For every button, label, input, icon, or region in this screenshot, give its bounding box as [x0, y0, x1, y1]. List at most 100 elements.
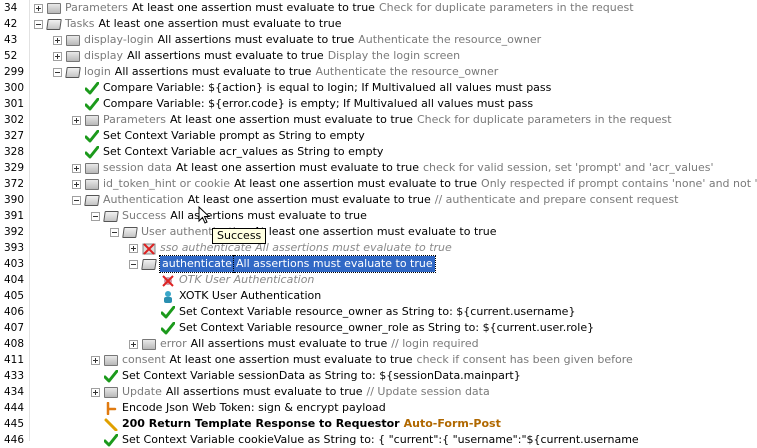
line-number: 328: [4, 146, 25, 158]
node-description: All assertions must evaluate to true: [232, 255, 436, 273]
tree-row[interactable]: 434 Update All assertions must evaluate to…: [0, 384, 757, 400]
collapse-toggle[interactable]: [72, 195, 81, 205]
tree-row[interactable]: 392 User authentication At least one asser…: [0, 224, 757, 240]
tree-row[interactable]: 404 OTK User Authentication: [0, 272, 757, 288]
line-number: 301: [4, 98, 25, 110]
tree-row[interactable]: 43 display-login All assertions must evalu…: [0, 32, 757, 48]
node-description: At least one assertion must evaluate to …: [169, 353, 413, 366]
tree-row[interactable]: 301 Compare Variable: ${error.code} is em…: [0, 96, 757, 112]
tree-row[interactable]: 372 id_token_hint or cookie At least one a…: [0, 176, 757, 192]
folder-open-icon: [65, 66, 81, 78]
node-name: Parameters: [65, 1, 128, 14]
expand-toggle[interactable]: [72, 179, 81, 189]
line-number: 372: [4, 178, 25, 190]
collapse-toggle[interactable]: [110, 227, 119, 237]
expand-toggle[interactable]: [72, 115, 81, 125]
line-number: 299: [4, 66, 25, 78]
node-name: Tasks: [65, 17, 95, 30]
line-number: 411: [4, 354, 25, 366]
node-name: Compare Variable: ${action} is equal to …: [103, 81, 552, 94]
node-name: authenticate: [159, 255, 235, 273]
collapse-toggle[interactable]: [129, 259, 138, 269]
tree-row[interactable]: 411 consent At least one assertion must ev…: [0, 352, 757, 368]
tree-row[interactable]: 328 Set Context Variable acr_values as St…: [0, 144, 757, 160]
tree-row[interactable]: 445 200 Return Template Response to Reque…: [0, 416, 757, 432]
tree-row[interactable]: 406 Set Context Variable resource_owner a…: [0, 304, 757, 320]
collapse-toggle[interactable]: [53, 67, 62, 77]
tree-row[interactable]: 34 Parameters At least one assertion must …: [0, 0, 757, 16]
collapse-toggle[interactable]: [91, 211, 100, 221]
checkmark-icon: [104, 433, 118, 446]
node-description: All assertions must evaluate to true: [165, 385, 363, 398]
node-name: Set Context Variable resource_owner as S…: [179, 305, 576, 318]
tree-row[interactable]: 407 Set Context Variable resource_owner_r…: [0, 320, 757, 336]
node-comment: Check for duplicate parameters in the re…: [378, 1, 634, 14]
expand-toggle[interactable]: [91, 355, 100, 365]
tree-row[interactable]: 390 Authentication At least one assertion …: [0, 192, 757, 208]
folder-icon: [66, 50, 80, 62]
expand-toggle[interactable]: [53, 35, 62, 45]
folder-open-icon: [46, 18, 62, 30]
node-comment: Display the login screen: [327, 49, 461, 62]
tree-row[interactable]: 446 Set Context Variable cookieValue as S…: [0, 432, 757, 448]
line-number: 390: [4, 194, 25, 206]
expand-toggle[interactable]: [129, 339, 138, 349]
line-number: 403: [4, 258, 25, 270]
line-number: 329: [4, 162, 25, 174]
tree-row[interactable]: 444 Encode Json Web Token: sign & encrypt…: [0, 400, 757, 416]
expand-toggle[interactable]: [53, 51, 62, 61]
node-description: All assertions must evaluate to true: [190, 337, 388, 350]
node-description: All assertions must evaluate to true: [157, 33, 355, 46]
node-comment: Authenticate the resource_owner: [315, 65, 499, 78]
tree-row[interactable]: 329 session data At least one assertion mu…: [0, 160, 757, 176]
node-description: At least one assertion must evaluate to …: [253, 225, 497, 238]
folder-icon: [104, 354, 118, 366]
folder-open-icon: [122, 226, 138, 238]
tree-row[interactable]: 302 Parameters At least one assertion must…: [0, 112, 757, 128]
line-number: 34: [4, 2, 18, 14]
node-description: At least one assertion must evaluate to …: [169, 113, 413, 126]
node-description: At least one assertion must evaluate to …: [131, 1, 375, 14]
folder-icon: [66, 34, 80, 46]
user-auth-icon: [164, 290, 172, 303]
tree-row[interactable]: 405 XOTK User Authentication: [0, 288, 757, 304]
node-name: 200 Return Template Response to Requesto…: [122, 417, 400, 430]
node-comment: // authenticate and prepare consent requ…: [434, 193, 679, 206]
tree-row[interactable]: 299 login All assertions must evaluate to …: [0, 64, 757, 80]
tree-row[interactable]: 42 Tasks At least one assertion must evalu…: [0, 16, 757, 32]
expand-toggle[interactable]: [72, 163, 81, 173]
node-comment: check for valid session, set 'prompt' an…: [422, 161, 714, 174]
node-name: Set Context Variable cookieValue as Stri…: [122, 433, 639, 446]
tree-row[interactable]: 433 Set Context Variable sessionData as S…: [0, 368, 757, 384]
folder-icon: [85, 178, 99, 190]
tree-row[interactable]: 391 Success All assertions must evaluate t…: [0, 208, 757, 224]
line-number: 406: [4, 306, 25, 318]
folder-icon: [85, 114, 99, 126]
tree-row[interactable]: 403 authenticate All assertions must evalu…: [0, 255, 757, 273]
tree-row[interactable]: 300 Compare Variable: ${action} is equal …: [0, 80, 757, 96]
line-number: 433: [4, 370, 25, 382]
line-number: 445: [4, 418, 25, 430]
expand-toggle[interactable]: [34, 3, 43, 13]
checkmark-icon: [85, 145, 99, 158]
line-number: 408: [4, 338, 25, 350]
checkmark-icon: [104, 369, 118, 382]
template-response-icon: [104, 418, 118, 431]
checkmark-icon: [161, 321, 175, 334]
folder-icon: [104, 386, 118, 398]
node-name: display: [84, 49, 124, 62]
node-name: Parameters: [103, 113, 166, 126]
node-comment: Auto-Form-Post: [403, 417, 501, 430]
expand-toggle[interactable]: [91, 387, 100, 397]
node-name: Set Context Variable acr_values as Strin…: [103, 145, 384, 158]
tree-row[interactable]: 52 display All assertions must evaluate to…: [0, 48, 757, 64]
disabled-folder-icon: [142, 242, 156, 255]
collapse-toggle[interactable]: [34, 19, 43, 29]
node-name: Set Context Variable prompt as String to…: [103, 129, 365, 142]
node-name: OTK User Authentication: [179, 273, 315, 286]
tree-row[interactable]: 327 Set Context Variable prompt as String…: [0, 128, 757, 144]
tree-row[interactable]: 393 sso authenticate All assertions must …: [0, 240, 757, 256]
node-description: At least one assertion must evaluate to …: [98, 17, 342, 30]
expand-toggle[interactable]: [129, 243, 138, 253]
tree-row[interactable]: 408 error All assertions must evaluate to …: [0, 336, 757, 352]
